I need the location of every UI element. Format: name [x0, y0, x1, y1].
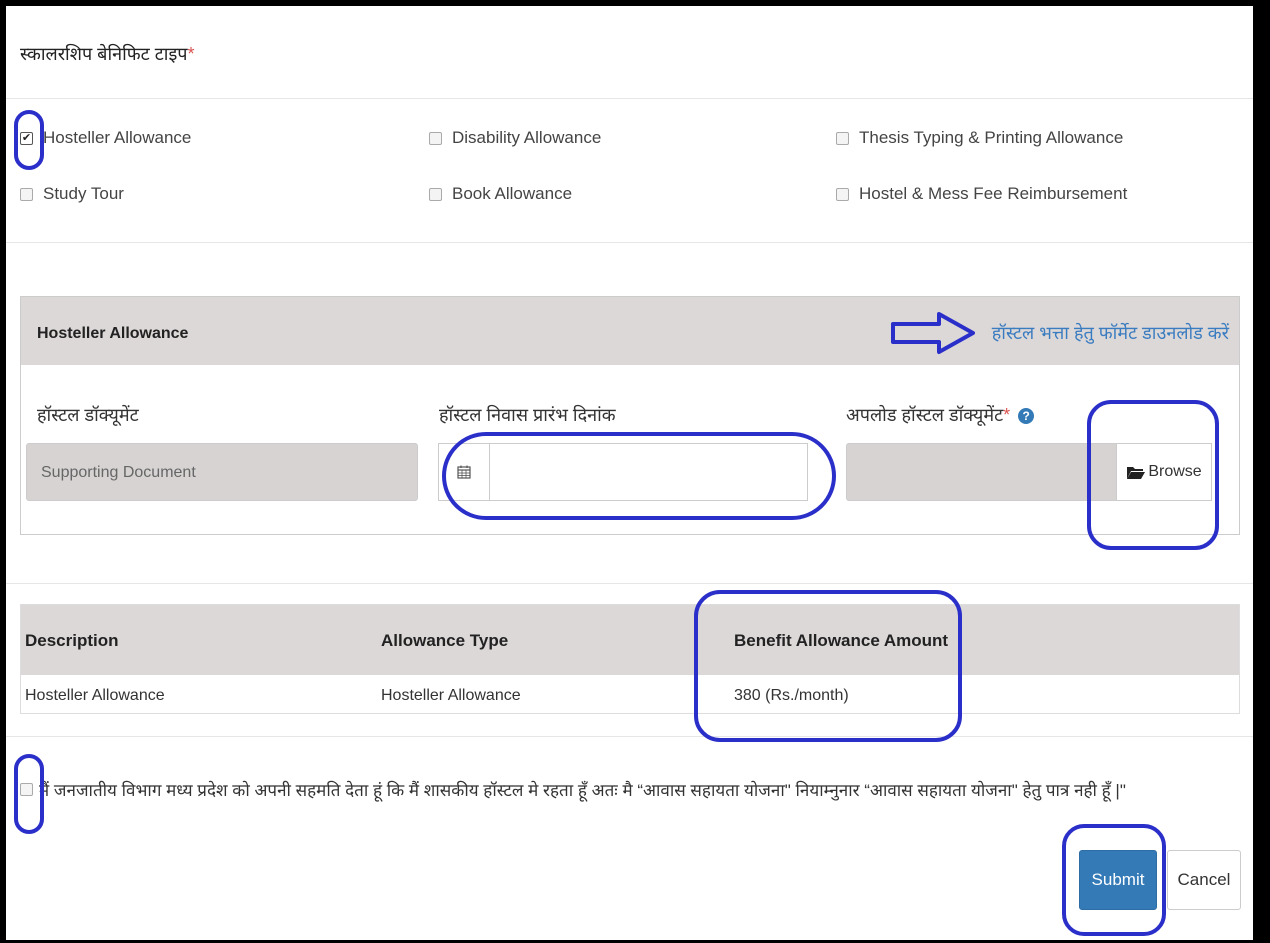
section-title: स्कालरशिप बेनिफिट टाइप*	[20, 42, 195, 66]
panel-header: Hosteller Allowance हॉस्टल भत्ता हेतु फॉ…	[21, 297, 1239, 365]
section-title-text: स्कालरशिप बेनिफिट टाइप	[20, 44, 188, 64]
checkbox-icon[interactable]	[429, 131, 442, 145]
column-header-allowance-type: Allowance Type	[381, 631, 509, 650]
table-cell-description: Hosteller Allowance	[25, 687, 165, 704]
upload-document-field[interactable]	[846, 443, 1118, 501]
consent-checkbox-row[interactable]: मैं जनजातीय विभाग मध्य प्रदेश को अपनी सह…	[20, 778, 1126, 801]
checkbox-icon[interactable]	[20, 187, 33, 201]
upload-document-label: अपलोड हॉस्टल डॉक्यूमेंट* ?	[846, 403, 1035, 427]
hostel-document-field[interactable]: Supporting Document	[26, 443, 418, 501]
help-icon[interactable]: ?	[1018, 408, 1035, 425]
browse-button[interactable]: Browse	[1116, 443, 1212, 501]
table-header	[21, 605, 1239, 675]
arrow-right-icon	[891, 312, 975, 354]
field-placeholder: Supporting Document	[41, 464, 196, 481]
checkbox-icon[interactable]	[836, 131, 849, 145]
folder-open-icon	[1127, 466, 1146, 479]
panel-title: Hosteller Allowance	[37, 325, 189, 342]
submit-button[interactable]: Submit	[1079, 850, 1157, 910]
allowance-table: Description Allowance Type Benefit Allow…	[20, 604, 1240, 714]
hostel-document-label: हॉस्टल डॉक्यूमेंट	[37, 405, 139, 425]
benefit-label: Hosteller Allowance	[43, 128, 192, 147]
column-header-benefit-amount: Benefit Allowance Amount	[734, 631, 949, 650]
checkbox-icon[interactable]	[429, 187, 442, 201]
checkbox-checked-icon[interactable]: ✔	[20, 131, 33, 145]
start-date-label: हॉस्टल निवास प्रारंभ दिनांक	[439, 405, 616, 425]
benefit-study-tour[interactable]: Study Tour	[20, 184, 124, 204]
benefit-hosteller-allowance[interactable]: ✔ Hosteller Allowance	[20, 128, 191, 148]
benefit-thesis-typing-printing[interactable]: Thesis Typing & Printing Allowance	[836, 128, 1123, 148]
benefit-label: Study Tour	[43, 184, 124, 203]
benefit-label: Hostel & Mess Fee Reimbursement	[859, 184, 1128, 203]
divider	[6, 98, 1253, 99]
divider	[6, 583, 1253, 584]
required-mark: *	[187, 44, 195, 64]
column-header-description: Description	[25, 631, 119, 650]
cancel-button[interactable]: Cancel	[1167, 850, 1241, 910]
divider	[6, 736, 1253, 737]
table-cell-allowance-type: Hosteller Allowance	[381, 687, 521, 704]
benefit-book-allowance[interactable]: Book Allowance	[429, 184, 572, 204]
consent-checkbox-icon[interactable]	[20, 783, 33, 796]
download-format-link[interactable]: हॉस्टल भत्ता हेतु फॉर्मेट डाउनलोड करें	[992, 321, 1229, 345]
benefit-label: Thesis Typing & Printing Allowance	[859, 128, 1124, 147]
browse-label: Browse	[1148, 463, 1202, 480]
scholarship-form: स्कालरशिप बेनिफिट टाइप* ✔ Hosteller Allo…	[6, 6, 1253, 940]
benefit-label: Book Allowance	[452, 184, 573, 203]
calendar-icon[interactable]	[439, 444, 490, 500]
benefit-label: Disability Allowance	[452, 128, 602, 147]
consent-text: मैं जनजातीय विभाग मध्य प्रदेश को अपनी सह…	[39, 781, 1126, 800]
benefit-disability-allowance[interactable]: Disability Allowance	[429, 128, 601, 148]
table-cell-benefit-amount: 380 (Rs./month)	[734, 687, 849, 704]
start-date-field[interactable]	[438, 443, 808, 501]
benefit-hostel-mess-fee[interactable]: Hostel & Mess Fee Reimbursement	[836, 184, 1127, 204]
divider	[6, 242, 1253, 243]
checkbox-icon[interactable]	[836, 187, 849, 201]
